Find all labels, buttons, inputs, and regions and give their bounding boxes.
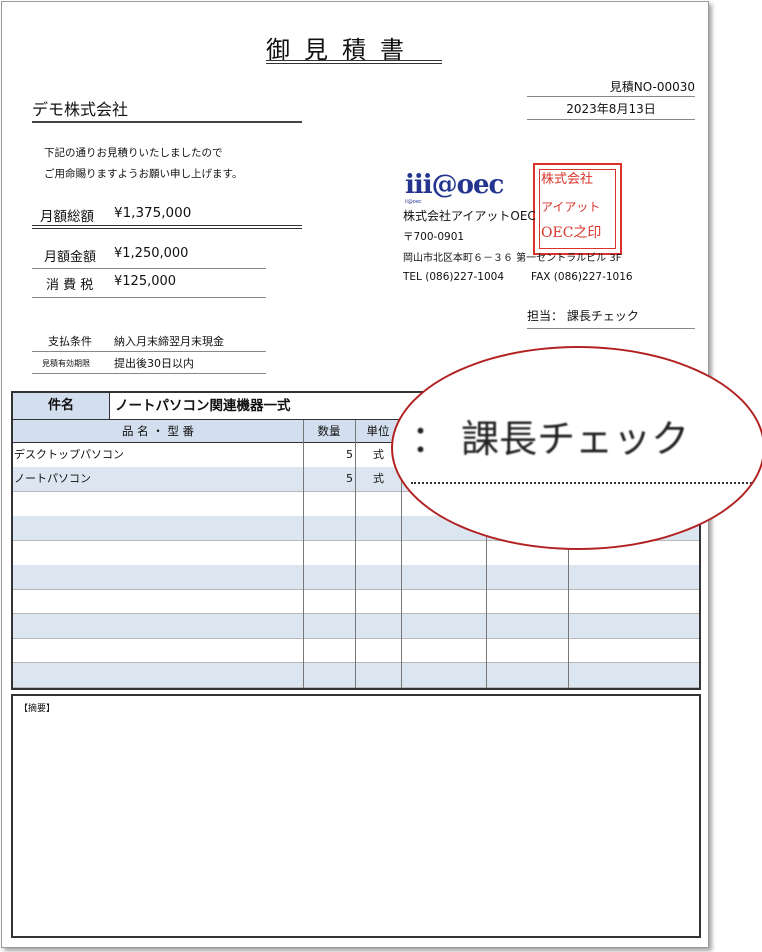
- logo-text: iii@oec: [405, 170, 504, 200]
- seal-text: OEC之印: [541, 225, 602, 241]
- validity-value: 提出後30日以内: [114, 357, 194, 370]
- remarks-label: 【摘要】: [19, 704, 56, 714]
- issuer-zip: 〒700-0901: [403, 231, 465, 243]
- subject-label: 件名: [13, 393, 110, 419]
- payment-value: 納入月末締翌月末現金: [114, 335, 224, 348]
- tax-label: 消 費 税: [46, 278, 94, 293]
- tax-value: ¥125,000: [114, 274, 177, 289]
- table-row: [13, 565, 699, 590]
- total-label: 月額総額: [40, 209, 94, 225]
- seal-text: 株式会社: [541, 172, 594, 187]
- customer-underline: [32, 121, 302, 123]
- divider: [32, 268, 266, 269]
- seal-text: アイアット: [541, 200, 601, 214]
- issuer-address: 岡山市北区本町６－３６ 第一セントラルビル 3F: [403, 253, 622, 264]
- issuer-fax: FAX (086)227-1016: [531, 271, 633, 283]
- header-quantity: 数量: [317, 424, 341, 438]
- divider: [32, 297, 266, 298]
- company-logo: iii@oec ii@oec: [405, 170, 510, 205]
- table-row: [13, 638, 699, 664]
- subject-value: ノートパソコン関連機器一式: [115, 398, 291, 414]
- item-name: ノートパソコン: [14, 472, 91, 486]
- estimate-number: 見積NO-00030: [609, 80, 695, 94]
- customer-name: デモ株式会社: [32, 100, 129, 119]
- total-underline: [32, 228, 302, 229]
- person-in-charge: 担当： 課長チェック: [527, 307, 639, 324]
- total-value: ¥1,375,000: [114, 205, 192, 221]
- table-row: [13, 613, 699, 639]
- subtotal-label: 月額金額: [44, 250, 97, 265]
- magnifier-callout: ： 課長チェック: [391, 346, 762, 550]
- remarks-box: 【摘要】: [11, 694, 701, 938]
- magnified-text: ： 課長チェック: [411, 417, 690, 461]
- divider: [32, 373, 266, 374]
- divider: [527, 328, 695, 329]
- title-underline: [266, 60, 442, 61]
- divider: [32, 351, 266, 352]
- subtotal-value: ¥1,250,000: [114, 246, 189, 261]
- title-underline: [266, 63, 442, 64]
- item-unit: 式: [373, 448, 384, 461]
- intro-line: ご用命賜りますようお願い申し上げます。: [44, 168, 243, 180]
- item-quantity: 5: [346, 448, 353, 461]
- divider: [527, 96, 695, 97]
- header-item-name: 品 名 ・ 型 番: [121, 424, 195, 438]
- total-underline: [32, 225, 302, 226]
- column-divider: [355, 420, 356, 688]
- column-divider: [303, 420, 304, 688]
- item-quantity: 5: [346, 472, 353, 486]
- issuer-tel: TEL (086)227-1004: [403, 271, 505, 283]
- estimate-date: 2023年8月13日: [566, 102, 656, 116]
- item-unit: 式: [373, 472, 384, 486]
- payment-label: 支払条件: [48, 335, 92, 348]
- table-row: [13, 662, 699, 688]
- person-label: 担当：: [527, 309, 564, 323]
- magnified-dotted-line: [411, 482, 762, 484]
- intro-line: 下記の通りお見積りいたしましたので: [44, 147, 223, 159]
- company-seal: 株式会社 アイアット OEC之印: [533, 163, 622, 255]
- item-name: デスクトップパソコン: [14, 448, 124, 461]
- issuer-company: 株式会社アイアットOEC: [403, 209, 536, 223]
- divider: [527, 119, 695, 120]
- intro-text: 下記の通りお見積りいたしましたので ご用命賜りますようお願い申し上げます。: [44, 143, 242, 185]
- table-row: [13, 589, 699, 615]
- logo-subtext: ii@oec: [405, 199, 422, 205]
- person-name: 課長チェック: [566, 309, 639, 323]
- validity-label: 見積有効期限: [42, 359, 90, 368]
